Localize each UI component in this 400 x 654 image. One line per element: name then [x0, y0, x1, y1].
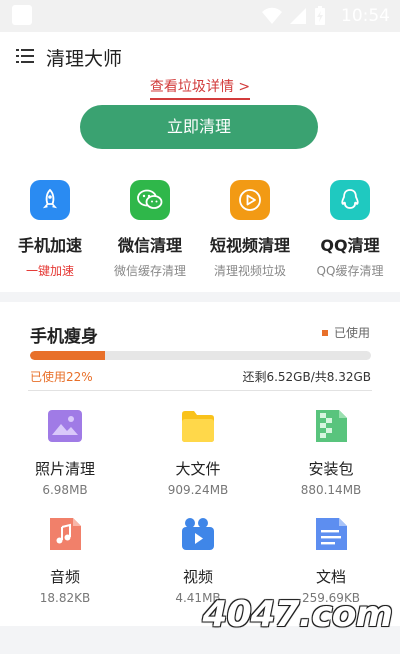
file-category-name: 文档: [315, 568, 346, 586]
clean-now-button[interactable]: 立即清理: [80, 105, 318, 149]
app-title: 清理大师: [46, 48, 123, 70]
junk-detail-link[interactable]: 查看垃圾详情 >: [0, 76, 400, 100]
feature-subtitle: QQ缓存清理: [316, 264, 384, 278]
junk-detail-label: 查看垃圾详情 >: [149, 76, 251, 100]
section-divider: [0, 292, 400, 302]
feature-title: QQ清理: [320, 236, 380, 255]
feature-short-video-clean[interactable]: 短视频清理 清理视频垃圾: [200, 180, 300, 279]
feature-title: 短视频清理: [209, 236, 290, 255]
battery-icon: [315, 6, 325, 25]
file-category-size: 909.24MB: [167, 483, 229, 497]
watermark: 4047.com: [202, 594, 393, 635]
file-category-documents[interactable]: 文档 259.69KB: [281, 516, 381, 605]
status-time: 10:54: [341, 6, 390, 26]
feature-row: 手机加速 一键加速 微信清理 微信缓存清理 短视频清理 清理视频垃圾 QQ清理 …: [0, 180, 400, 280]
file-category-name: 音频: [49, 568, 80, 586]
document-icon: [316, 518, 347, 550]
wechat-icon: [130, 180, 170, 220]
file-category-size: 6.98MB: [42, 483, 88, 497]
video-play-icon: [230, 180, 270, 220]
video-icon: [182, 518, 214, 550]
music-icon: [50, 518, 81, 550]
storage-progress-fill: [30, 351, 106, 360]
storage-title: 手机瘦身: [30, 327, 98, 347]
file-category-packages[interactable]: 安装包 880.14MB: [281, 408, 381, 497]
menu-icon[interactable]: [16, 48, 34, 64]
storage-progress-bar: [30, 351, 371, 360]
feature-qq-clean[interactable]: QQ清理 QQ缓存清理: [300, 180, 400, 279]
feature-title: 手机加速: [17, 236, 82, 255]
file-category-name: 照片清理: [34, 460, 95, 478]
qq-icon: [330, 180, 370, 220]
rocket-icon: [30, 180, 70, 220]
storage-used-label: 已使用22%: [30, 370, 93, 384]
file-category-name: 大文件: [175, 460, 221, 478]
status-icons: [262, 6, 326, 26]
file-category-size: 18.82KB: [39, 591, 91, 605]
app-bar: 清理大师: [0, 32, 400, 78]
feature-subtitle: 一键加速: [25, 264, 74, 278]
feature-phone-boost[interactable]: 手机加速 一键加速: [0, 180, 100, 279]
feature-wechat-clean[interactable]: 微信清理 微信缓存清理: [100, 180, 200, 279]
file-category-audio[interactable]: 音频 18.82KB: [15, 516, 115, 605]
signal-icon: [290, 8, 306, 24]
storage-legend: 已使用: [321, 324, 370, 341]
folder-icon: [182, 411, 214, 442]
storage-remaining-label: 还剩6.52GB/共8.32GB: [242, 370, 371, 384]
feature-title: 微信清理: [117, 236, 182, 255]
divider: [28, 390, 372, 391]
legend-label: 已使用: [333, 326, 370, 340]
photo-icon: [48, 410, 82, 442]
file-category-video[interactable]: 视频 4.41MB: [148, 516, 248, 605]
wifi-icon: [262, 7, 282, 24]
file-category-name: 视频: [182, 568, 213, 586]
file-category-photos[interactable]: 照片清理 6.98MB: [15, 408, 115, 497]
status-bar: 10:54: [0, 0, 400, 32]
app-notification-icon: [12, 5, 32, 25]
file-category-large-files[interactable]: 大文件 909.24MB: [148, 408, 248, 497]
feature-subtitle: 清理视频垃圾: [213, 264, 286, 278]
file-category-size: 880.14MB: [300, 483, 362, 497]
package-icon: [316, 410, 347, 442]
feature-subtitle: 微信缓存清理: [113, 264, 186, 278]
file-category-name: 安装包: [308, 460, 354, 478]
legend-swatch: [321, 329, 328, 336]
